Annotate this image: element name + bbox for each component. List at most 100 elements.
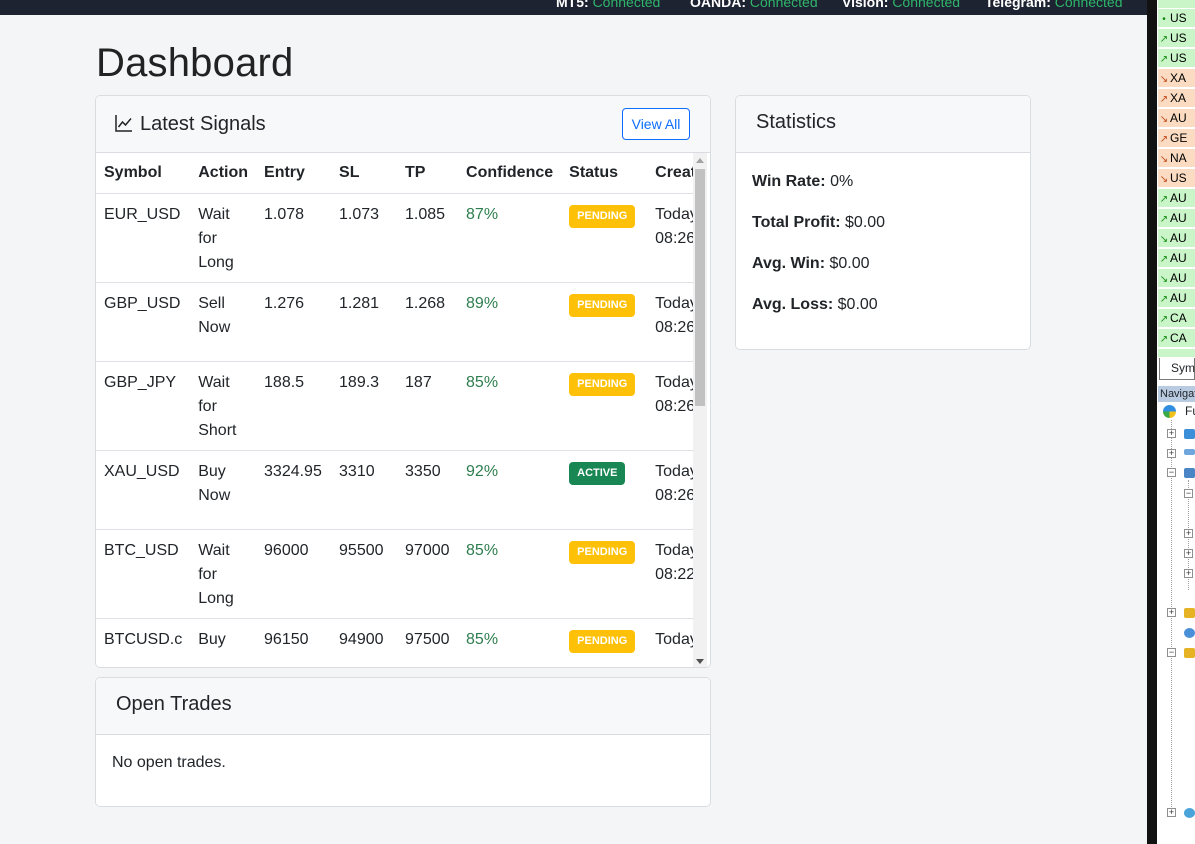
trading-terminal-panel: • US ↗ US ↗ US ↘ XA ↗ XA ↘ AU ↗ GE ↘ NA ↘ US ↗ AU … — [1157, 0, 1195, 844]
table-row[interactable]: BTCUSD.c Buy 96150 94900 97500 85% PENDI… — [96, 618, 693, 667]
table-row[interactable]: GBP_USD Sell Now 1.276 1.281 1.268 89% P… — [96, 282, 693, 362]
stat-total-profit: Total Profit: $0.00 — [752, 214, 886, 231]
tree-expand-icon[interactable]: + — [1184, 549, 1193, 558]
cell-sl: 1.073 — [331, 193, 398, 283]
cell-confidence: 87% — [458, 193, 562, 283]
market-watch-row[interactable]: ↘ XA — [1158, 69, 1195, 88]
cell-confidence: 85% — [458, 529, 562, 619]
tree-collapse-icon[interactable]: − — [1167, 648, 1176, 657]
latest-signals-card: Latest Signals View All Symbol Action En… — [95, 95, 711, 668]
market-watch-row[interactable]: ↗ GE — [1158, 129, 1195, 148]
market-watch-row[interactable]: ↗ AU — [1158, 189, 1195, 208]
chart-line-icon — [115, 115, 132, 132]
window-divider — [1147, 0, 1157, 844]
scroll-up-arrow[interactable] — [696, 158, 704, 163]
top-status-bar: MT5: Connected OANDA: Connected Vision: … — [0, 0, 1147, 15]
market-watch-row[interactable]: • US — [1158, 9, 1195, 28]
stat-avg-win: Avg. Win: $0.00 — [752, 255, 870, 272]
cell-created: Today 08:26 PM — [647, 282, 693, 362]
view-all-button[interactable]: View All — [622, 108, 690, 140]
status-badge: ACTIVE — [569, 461, 626, 485]
scroll-thumb[interactable] — [695, 169, 705, 406]
scroll-down-arrow[interactable] — [696, 659, 704, 664]
trend-arrow-icon: ↗ — [1159, 134, 1169, 145]
status-badge: PENDING — [569, 372, 636, 396]
trend-arrow-icon: ↗ — [1159, 334, 1169, 345]
tree-guide-line — [1171, 420, 1172, 815]
tree-expand-icon[interactable]: + — [1167, 429, 1176, 438]
table-row[interactable]: XAU_USD Buy Now 3324.95 3310 3350 92% AC… — [96, 450, 693, 530]
market-watch-row[interactable]: ↘ NA — [1158, 149, 1195, 168]
market-watch-row[interactable] — [1158, 349, 1195, 358]
tree-expand-icon[interactable]: + — [1167, 449, 1176, 458]
indicators-icon — [1184, 449, 1195, 455]
market-watch-row[interactable]: ↘ AU — [1158, 109, 1195, 128]
tree-expand-icon[interactable]: + — [1167, 608, 1176, 617]
col-header-entry: Entry — [256, 153, 332, 194]
scripts-folder-icon — [1184, 608, 1195, 618]
market-watch-row[interactable]: ↗ CA — [1158, 329, 1195, 348]
signals-table-container[interactable]: Symbol Action Entry SL TP Confidence Sta… — [96, 153, 693, 667]
cell-confidence: 89% — [458, 282, 562, 362]
trend-arrow-icon: ↗ — [1159, 54, 1169, 65]
market-watch-row[interactable]: ↗ AU — [1158, 289, 1195, 308]
cell-sl: 94900 — [331, 618, 398, 667]
status-badge: PENDING — [569, 204, 636, 228]
statistics-title: Statistics — [756, 111, 837, 133]
market-watch-row[interactable] — [1158, 0, 1195, 9]
market-watch-row[interactable]: ↗ US — [1158, 49, 1195, 68]
market-watch-row[interactable]: ↘ US — [1158, 169, 1195, 188]
signals-table: Symbol Action Entry SL TP Confidence Sta… — [96, 153, 693, 667]
cell-tp: 97500 — [397, 618, 459, 667]
latest-signals-header: Latest Signals View All — [96, 96, 710, 153]
table-row[interactable]: BTC_USD Wait for Long 96000 95500 97000 … — [96, 529, 693, 619]
cell-action: Wait for Long — [190, 529, 257, 619]
trend-arrow-icon: ↘ — [1159, 114, 1169, 125]
table-row[interactable]: GBP_JPY Wait for Short 188.5 189.3 187 8… — [96, 361, 693, 451]
tree-collapse-icon[interactable]: − — [1184, 489, 1193, 498]
market-watch-row[interactable]: ↗ XA — [1158, 89, 1195, 108]
cell-action: Sell Now — [190, 282, 257, 362]
cell-sl: 3310 — [331, 450, 398, 530]
cell-confidence: 92% — [458, 450, 562, 530]
market-watch-row[interactable]: ↘ AU — [1158, 269, 1195, 288]
accounts-icon — [1184, 429, 1195, 439]
tree-expand-icon[interactable]: + — [1167, 808, 1176, 817]
tree-expand-icon[interactable]: + — [1184, 569, 1193, 578]
tree-collapse-icon[interactable]: − — [1167, 468, 1176, 477]
service-status-telegram: Telegram: Connected — [985, 0, 1123, 10]
tree-expand-icon[interactable]: + — [1184, 529, 1193, 538]
cell-symbol: XAU_USD — [96, 450, 191, 530]
signals-scrollbar[interactable] — [693, 153, 707, 667]
trend-arrow-icon: ↘ — [1159, 74, 1169, 85]
status-badge: PENDING — [569, 540, 636, 564]
page-title: Dashboard — [96, 41, 294, 85]
cell-tp: 1.268 — [397, 282, 459, 362]
trend-arrow-icon: ↘ — [1159, 274, 1169, 285]
cell-tp: 1.085 — [397, 193, 459, 283]
table-row[interactable]: EUR_USD Wait for Long 1.078 1.073 1.085 … — [96, 193, 693, 283]
market-watch-row[interactable]: ↗ US — [1158, 29, 1195, 48]
trend-arrow-icon: ↗ — [1159, 34, 1169, 45]
market-watch-row[interactable]: ↗ AU — [1158, 209, 1195, 228]
cell-created: Today 08:26 PM — [647, 193, 693, 283]
market-watch-row[interactable]: ↘ AU — [1158, 229, 1195, 248]
cell-status: ACTIVE — [561, 450, 648, 530]
cell-symbol: BTC_USD — [96, 529, 191, 619]
cell-tp: 97000 — [397, 529, 459, 619]
cell-status: PENDING — [561, 193, 648, 283]
statistics-card: Statistics Win Rate: 0% Total Profit: $0… — [735, 95, 1031, 350]
cell-sl: 95500 — [331, 529, 398, 619]
market-watch-row[interactable]: ↗ CA — [1158, 309, 1195, 328]
cell-symbol: BTCUSD.c — [96, 618, 191, 667]
symbols-tab[interactable]: Sym — [1159, 358, 1195, 380]
expert-advisors-icon — [1184, 468, 1195, 478]
market-watch-row[interactable]: ↗ AU — [1158, 249, 1195, 268]
cell-sl: 1.281 — [331, 282, 398, 362]
vps-cloud-icon — [1184, 808, 1195, 818]
open-trades-empty-message: No open trades. — [112, 754, 226, 771]
status-badge: PENDING — [569, 629, 636, 653]
cell-symbol: GBP_JPY — [96, 361, 191, 451]
cell-action: Buy — [190, 618, 257, 667]
cell-symbol: GBP_USD — [96, 282, 191, 362]
